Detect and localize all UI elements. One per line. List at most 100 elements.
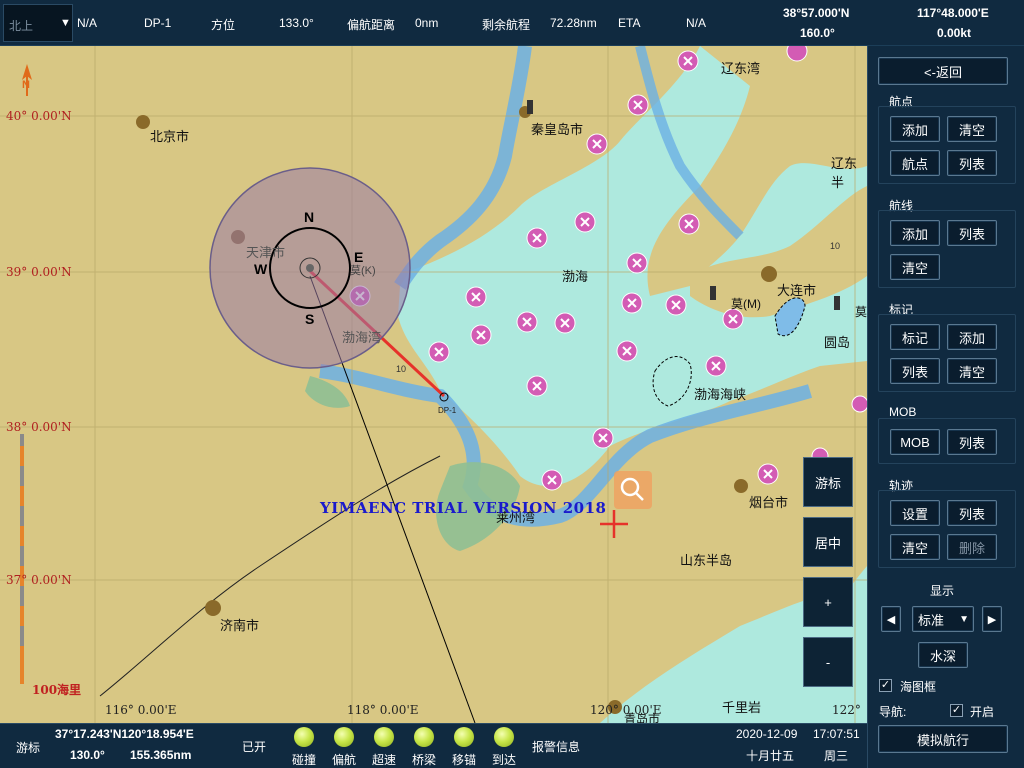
mark-mark-button[interactable]: 标记 <box>890 324 940 350</box>
time: 17:07:51 <box>813 727 860 741</box>
track-clear-button[interactable]: 清空 <box>890 534 940 560</box>
chevron-down-icon: ▼ <box>60 17 71 29</box>
track-list-button[interactable]: 列表 <box>947 500 997 526</box>
mark-add-button[interactable]: 添加 <box>947 324 997 350</box>
lon-label-118: 118° 0.00'E <box>347 703 419 717</box>
track-delete-button[interactable]: 删除 <box>947 534 997 560</box>
right-control-panel: <-返回 航点 添加 清空 航点 列表 航线 添加 列表 清空 标记 标记 添加… <box>867 46 1024 768</box>
mark-list-button[interactable]: 列表 <box>890 358 940 384</box>
lat-label-39: 39° 0.00'N <box>6 265 72 279</box>
track-settings-button[interactable]: 设置 <box>890 500 940 526</box>
route-clear-button[interactable]: 清空 <box>890 254 940 280</box>
place-haixia: 渤海海峡 <box>694 387 747 402</box>
place-tianjin: 天津市 <box>246 245 286 260</box>
water-depth-button[interactable]: 水深 <box>918 642 968 668</box>
remaining-label: 剩余航程 <box>482 18 531 32</box>
lat-label-37: 37° 0.00'N <box>6 573 72 587</box>
place-mo-m: 莫(M) <box>731 297 761 311</box>
cursor-label: 游标 <box>16 741 41 755</box>
collision-alarm-label: 碰撞 <box>292 753 317 767</box>
route-add-button[interactable]: 添加 <box>890 220 940 246</box>
remaining-value: 72.28nm <box>550 16 597 30</box>
collision-alarm-light <box>294 727 314 747</box>
back-button[interactable]: <-返回 <box>878 57 1008 85</box>
lunar-date: 十月廿五 <box>746 749 795 763</box>
place-qinhuangdao: 秦皇岛市 <box>531 122 584 137</box>
weekday: 周三 <box>824 749 849 763</box>
cursor-mode-button[interactable]: 游标 <box>803 457 853 507</box>
place-jinan: 济南市 <box>220 618 260 633</box>
waypoint-list-button[interactable]: 列表 <box>947 150 997 176</box>
overspeed-alarm-label: 超速 <box>372 753 397 767</box>
lon-label-116: 116° 0.00'E <box>105 703 177 717</box>
place-liaodong: 辽东半 <box>831 156 858 190</box>
mob-list-button[interactable]: 列表 <box>947 429 997 455</box>
xte-value: 0nm <box>415 16 439 30</box>
waypoint-clear-button[interactable]: 清空 <box>947 116 997 142</box>
display-prev-button[interactable]: ◀ <box>881 606 901 632</box>
cursor-bearing: 130.0° <box>70 748 105 762</box>
bridge-alarm-label: 桥梁 <box>412 753 437 767</box>
ship-latitude: 38°57.000'N <box>783 6 850 20</box>
display-mode-dropdown[interactable]: 标准 ▼ <box>912 606 974 632</box>
cursor-position: 37°17.243'N120°18.954'E <box>55 727 194 741</box>
center-ship-button[interactable]: 居中 <box>803 517 853 567</box>
bridge-alarm-light <box>414 727 434 747</box>
place-qianliyan: 千里岩 <box>722 700 762 715</box>
target-waypoint: DP-1 <box>144 16 172 30</box>
chart-view[interactable]: 40° 0.00'N 39° 0.00'N 38° 0.00'N 37° 0.0… <box>0 46 867 723</box>
trial-watermark: YIMAENC TRIAL VERSION 2018 <box>320 499 607 517</box>
compass-east: E <box>354 249 364 265</box>
navigation-on-checkbox[interactable]: ✓ <box>950 704 963 717</box>
simulate-voyage-button[interactable]: 模拟航行 <box>878 725 1008 753</box>
waypoint-label: DP-1 <box>438 406 457 415</box>
place-yantai: 烟台市 <box>749 495 789 510</box>
lon-label-122: 122° <box>832 703 861 717</box>
mob-button[interactable]: MOB <box>890 429 940 455</box>
place-yuandao: 圆岛 <box>824 335 851 350</box>
waypoint-point-button[interactable]: 航点 <box>890 150 940 176</box>
arrival-alarm-label: 到达 <box>492 753 517 767</box>
top-status-bar: 北上 ▼ N/A DP-1 方位 133.0° 偏航距离 0nm 剩余航程 72… <box>0 0 1024 46</box>
alarm-enabled-label: 已开 <box>242 740 267 754</box>
compass-south: S <box>305 311 315 327</box>
display-next-button[interactable]: ▶ <box>982 606 1002 632</box>
anchor-drag-alarm-light <box>454 727 474 747</box>
zoom-out-button[interactable]: - <box>803 637 853 687</box>
offcourse-alarm-label: 偏航 <box>332 753 357 767</box>
lat-label-38: 38° 0.00'N <box>6 420 72 434</box>
ship-speed: 0.00kt <box>937 26 972 40</box>
chart-frame-label: 海图框 <box>900 680 937 694</box>
place-mo: 莫 <box>855 305 867 319</box>
alarm-info-link[interactable]: 报警信息 <box>532 738 580 755</box>
anchor-drag-alarm-label: 移锚 <box>452 753 477 767</box>
date: 2020-12-09 <box>736 727 798 741</box>
chevron-down-icon: ▼ <box>959 613 969 625</box>
depth-label-a: 10 <box>396 364 407 374</box>
cursor-distance: 155.365nm <box>130 748 192 762</box>
compass-west: W <box>254 261 268 277</box>
mob-section-title: MOB <box>889 405 917 419</box>
place-qingdao: 青岛市 <box>624 712 661 723</box>
arrival-alarm-light <box>494 727 514 747</box>
bearing-label: 方位 <box>211 18 236 32</box>
navigation-on-label: 开启 <box>970 705 995 719</box>
offcourse-alarm-light <box>334 727 354 747</box>
eta-value: N/A <box>77 16 98 30</box>
ship-longitude: 117°48.000'E <box>917 6 989 20</box>
place-bohaiwan: 渤海湾 <box>342 330 382 345</box>
depth-label-b: 10 <box>830 241 841 251</box>
ship-heading: 160.0° <box>800 26 835 40</box>
display-section-title: 显示 <box>930 584 955 598</box>
waypoint-add-button[interactable]: 添加 <box>890 116 940 142</box>
route-list-button[interactable]: 列表 <box>947 220 997 246</box>
overspeed-alarm-light <box>374 727 394 747</box>
zoom-in-button[interactable]: + <box>803 577 853 627</box>
orientation-dropdown[interactable]: 北上 ▼ <box>3 4 73 42</box>
place-beijing: 北京市 <box>150 129 190 144</box>
mark-clear-button[interactable]: 清空 <box>947 358 997 384</box>
compass-north: N <box>304 209 315 225</box>
chart-frame-checkbox[interactable]: ✓ <box>879 679 892 692</box>
orientation-value: 北上 <box>9 19 34 33</box>
bearing-value: 133.0° <box>279 16 314 30</box>
